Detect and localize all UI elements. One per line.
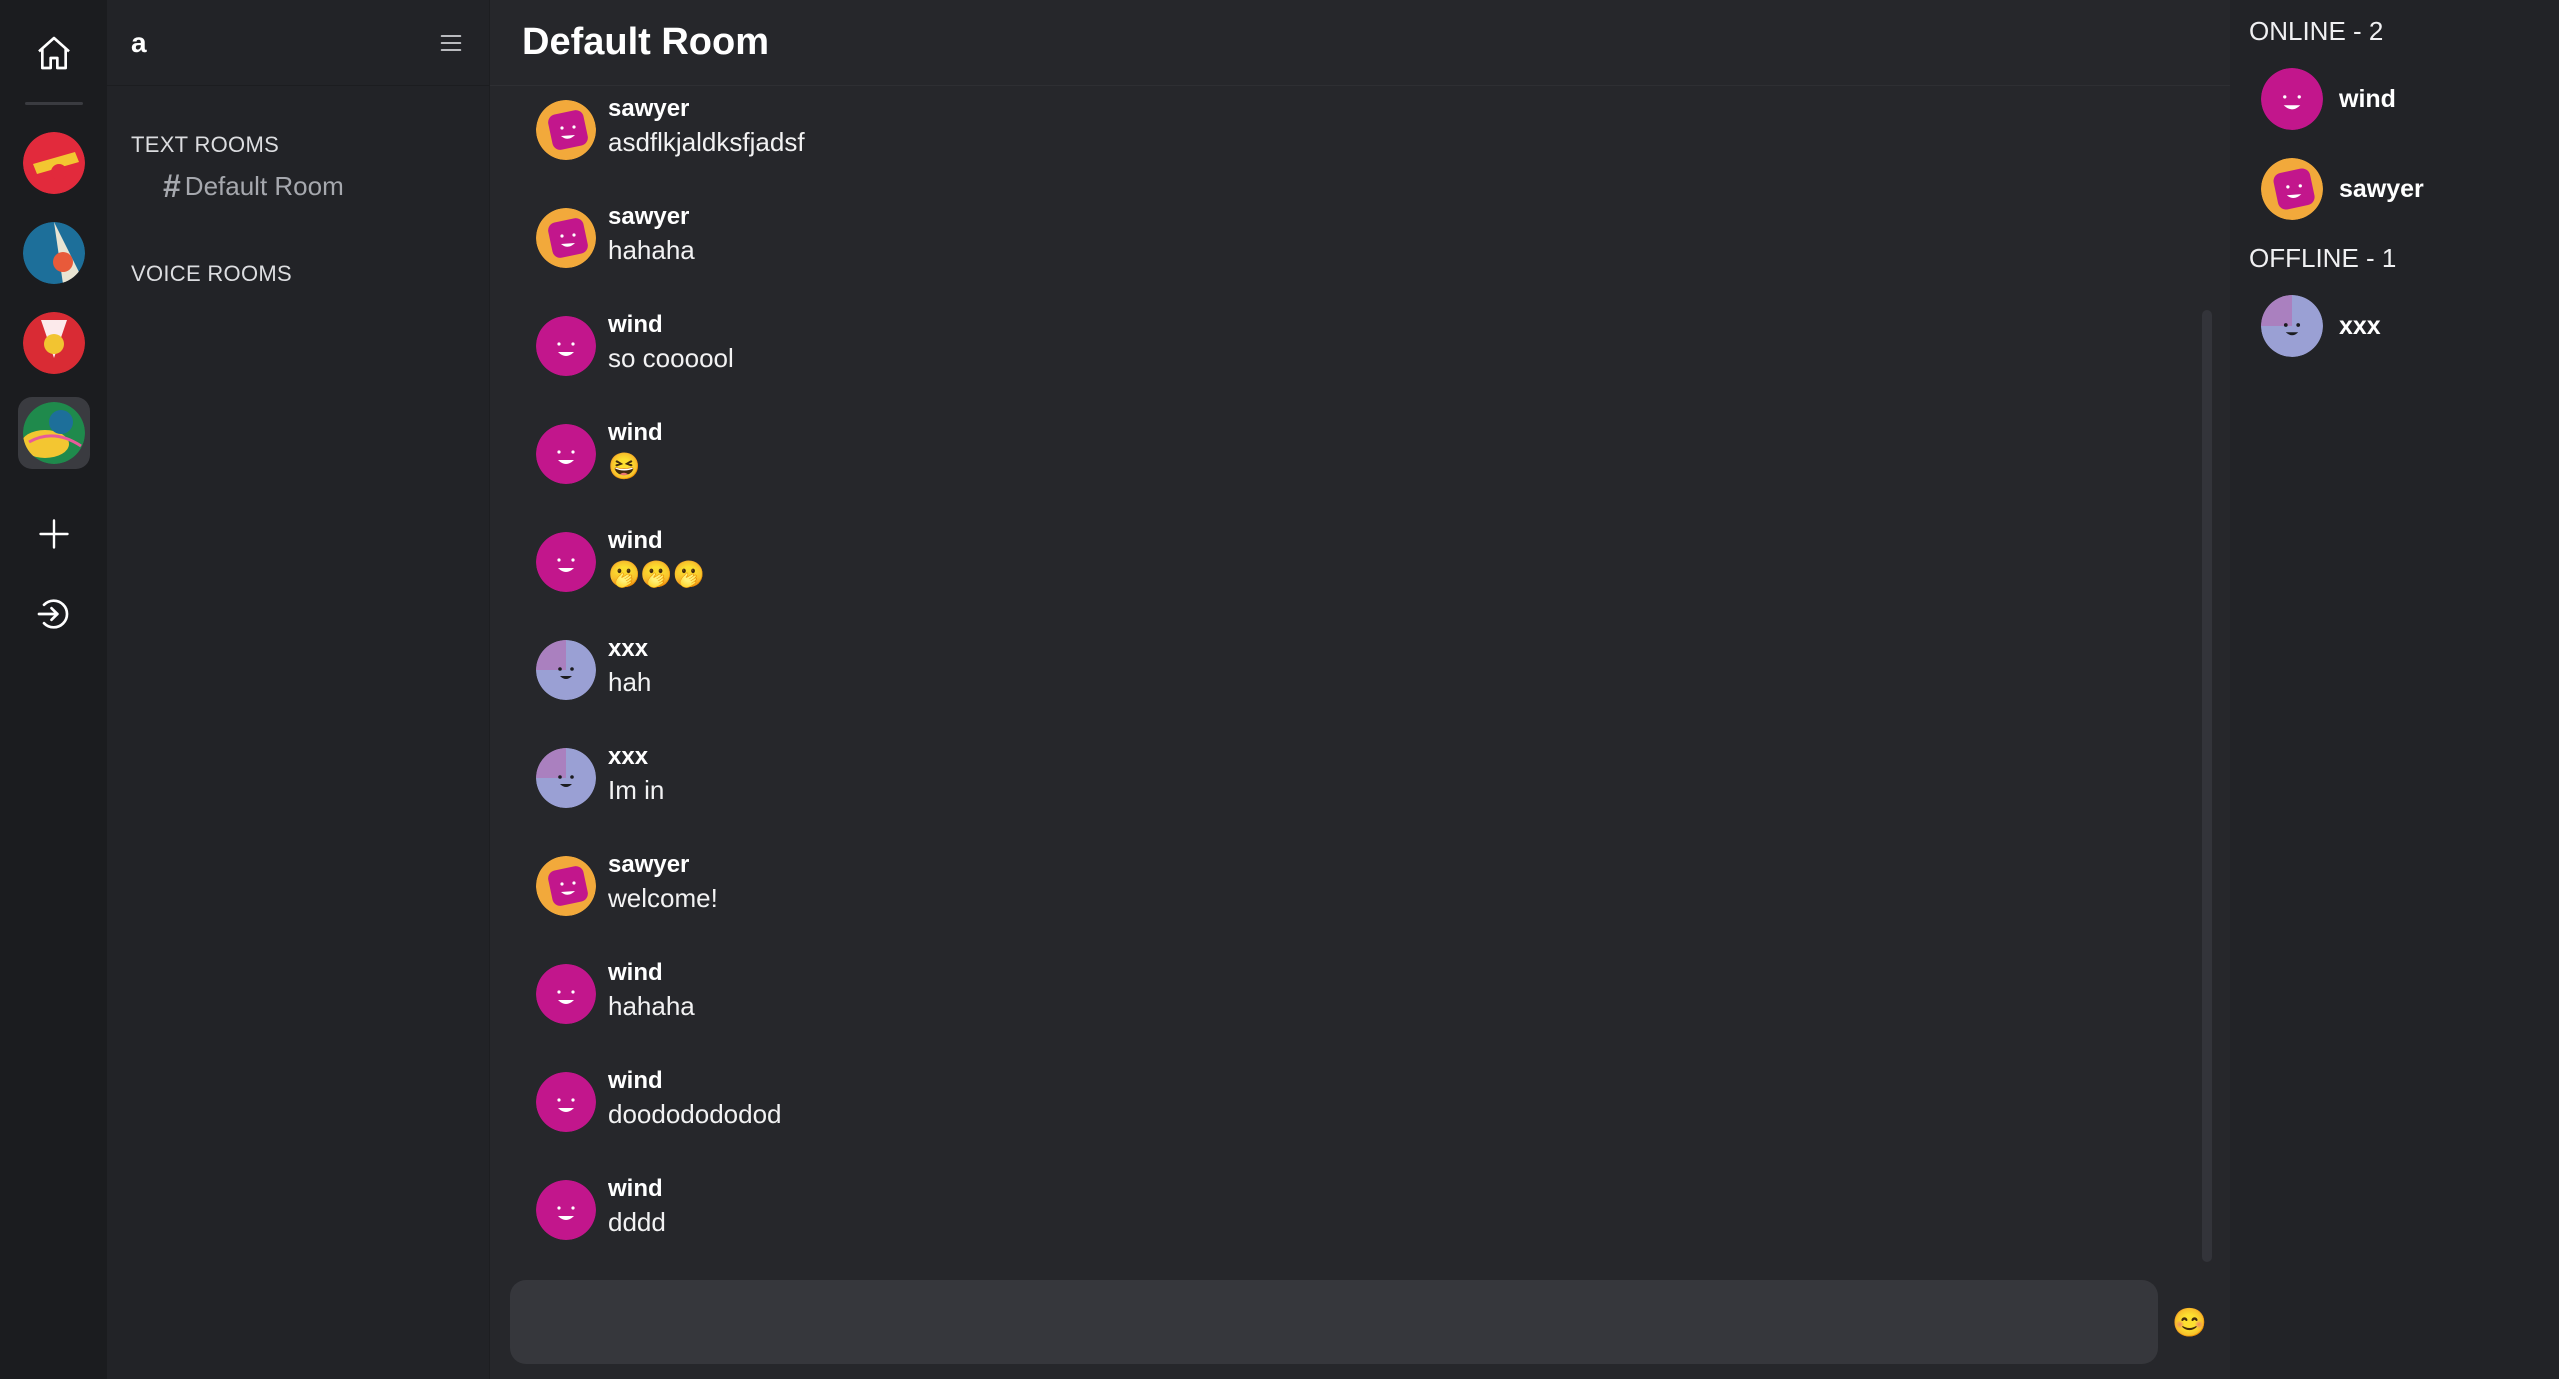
message-author: wind bbox=[608, 1067, 663, 1094]
message-item: wind 🫢🫢🫢 bbox=[536, 526, 705, 592]
message-author: wind bbox=[608, 419, 663, 446]
member-name: wind bbox=[2339, 84, 2396, 113]
avatar bbox=[536, 964, 596, 1024]
room-title: Default Room bbox=[522, 21, 769, 63]
avatar bbox=[536, 532, 596, 592]
message-author: sawyer bbox=[608, 95, 690, 122]
message-item: wind hahaha bbox=[536, 958, 695, 1024]
member-name: sawyer bbox=[2339, 174, 2424, 203]
avatar bbox=[536, 1072, 596, 1132]
rail-divider bbox=[24, 102, 83, 105]
message-author: sawyer bbox=[608, 203, 690, 230]
message-text: so coooool bbox=[608, 343, 734, 373]
message-text: welcome! bbox=[608, 883, 718, 913]
message-text: hahaha bbox=[608, 235, 695, 265]
server-rail bbox=[0, 0, 107, 1379]
message-author: sawyer bbox=[608, 851, 690, 878]
server-item-active[interactable] bbox=[17, 397, 90, 469]
room-name: Default Room bbox=[184, 171, 344, 201]
message-text: 😆 bbox=[608, 451, 641, 481]
chat-main: Default Room sawyer asdflkjaldksfjadsf sa… bbox=[490, 0, 2230, 1379]
message-input[interactable] bbox=[510, 1280, 2158, 1364]
message-text: hah bbox=[608, 667, 652, 697]
message-item: wind so coooool bbox=[536, 310, 734, 376]
message-author: wind bbox=[608, 527, 663, 554]
message-item: xxx hah bbox=[536, 634, 651, 700]
member-item[interactable]: sawyer bbox=[2261, 149, 2559, 229]
member-name: xxx bbox=[2339, 311, 2381, 340]
message-author: wind bbox=[608, 311, 663, 338]
message-item: wind dddd bbox=[536, 1174, 666, 1240]
emoji-icon[interactable]: 😊 bbox=[2172, 1306, 2207, 1339]
message-item: sawyer hahaha bbox=[536, 202, 695, 268]
message-author: xxx bbox=[608, 635, 649, 662]
voice-rooms-heading: VOICE ROOMS bbox=[131, 261, 292, 286]
message-text: doododododod bbox=[608, 1099, 782, 1129]
room-item-default-room[interactable]: # Default Room bbox=[163, 168, 489, 205]
member-list: ONLINE - 2 wind sawyer OFFLINE - 1 xxx bbox=[2230, 0, 2559, 1379]
server-icon bbox=[22, 132, 85, 194]
add-server-button[interactable] bbox=[21, 501, 87, 567]
guild-header: a bbox=[107, 0, 489, 86]
message-item: sawyer welcome! bbox=[536, 850, 718, 916]
avatar bbox=[2261, 295, 2323, 357]
message-text: asdflkjaldksfjadsf bbox=[608, 127, 805, 157]
avatar bbox=[2261, 158, 2323, 220]
member-item[interactable]: xxx bbox=[2261, 286, 2559, 366]
logout-button[interactable] bbox=[21, 581, 87, 647]
avatar bbox=[536, 748, 596, 808]
channel-sidebar: a TEXT ROOMS # Default Room VOICE ROOMS bbox=[107, 0, 490, 1379]
home-icon bbox=[37, 36, 70, 70]
message-item: sawyer asdflkjaldksfjadsf bbox=[536, 94, 805, 160]
plus-icon bbox=[38, 519, 69, 549]
server-icon bbox=[22, 402, 85, 464]
avatar bbox=[536, 856, 596, 916]
text-rooms-heading: TEXT ROOMS bbox=[131, 132, 280, 157]
guild-name: a bbox=[131, 26, 147, 58]
avatar bbox=[536, 424, 596, 484]
message-text: Im in bbox=[608, 775, 665, 805]
message-author: wind bbox=[608, 1175, 663, 1202]
server-icon bbox=[22, 222, 85, 284]
avatar bbox=[2261, 68, 2323, 130]
server-icon bbox=[22, 312, 85, 374]
server-item[interactable] bbox=[18, 307, 90, 379]
message-scrollbar[interactable] bbox=[2202, 310, 2212, 1262]
member-item[interactable]: wind bbox=[2261, 59, 2559, 139]
message-text: 🫢🫢🫢 bbox=[608, 559, 706, 589]
message-author: xxx bbox=[608, 743, 649, 770]
room-header: Default Room bbox=[490, 0, 2230, 86]
logout-icon bbox=[37, 599, 68, 629]
message-text: hahaha bbox=[608, 991, 695, 1021]
message-list[interactable]: sawyer asdflkjaldksfjadsf sawyer hahaha wi… bbox=[490, 86, 2230, 1266]
home-button[interactable] bbox=[21, 20, 87, 86]
message-item: xxx Im in bbox=[536, 742, 664, 808]
server-item[interactable] bbox=[18, 217, 90, 289]
app-root: a TEXT ROOMS # Default Room VOICE ROOMS … bbox=[0, 0, 2559, 1379]
avatar bbox=[536, 640, 596, 700]
avatar bbox=[536, 316, 596, 376]
avatar bbox=[536, 100, 596, 160]
online-heading: ONLINE - 2 bbox=[2249, 16, 2384, 46]
message-author: wind bbox=[608, 959, 663, 986]
message-item: wind 😆 bbox=[536, 418, 663, 484]
offline-heading: OFFLINE - 1 bbox=[2249, 243, 2397, 273]
avatar bbox=[536, 208, 596, 268]
server-item[interactable] bbox=[18, 127, 90, 199]
message-text: dddd bbox=[608, 1207, 666, 1237]
hash-icon: # bbox=[163, 168, 181, 204]
avatar bbox=[536, 1180, 596, 1240]
message-item: wind doododododod bbox=[536, 1066, 782, 1132]
hamburger-menu-icon[interactable] bbox=[437, 29, 465, 57]
